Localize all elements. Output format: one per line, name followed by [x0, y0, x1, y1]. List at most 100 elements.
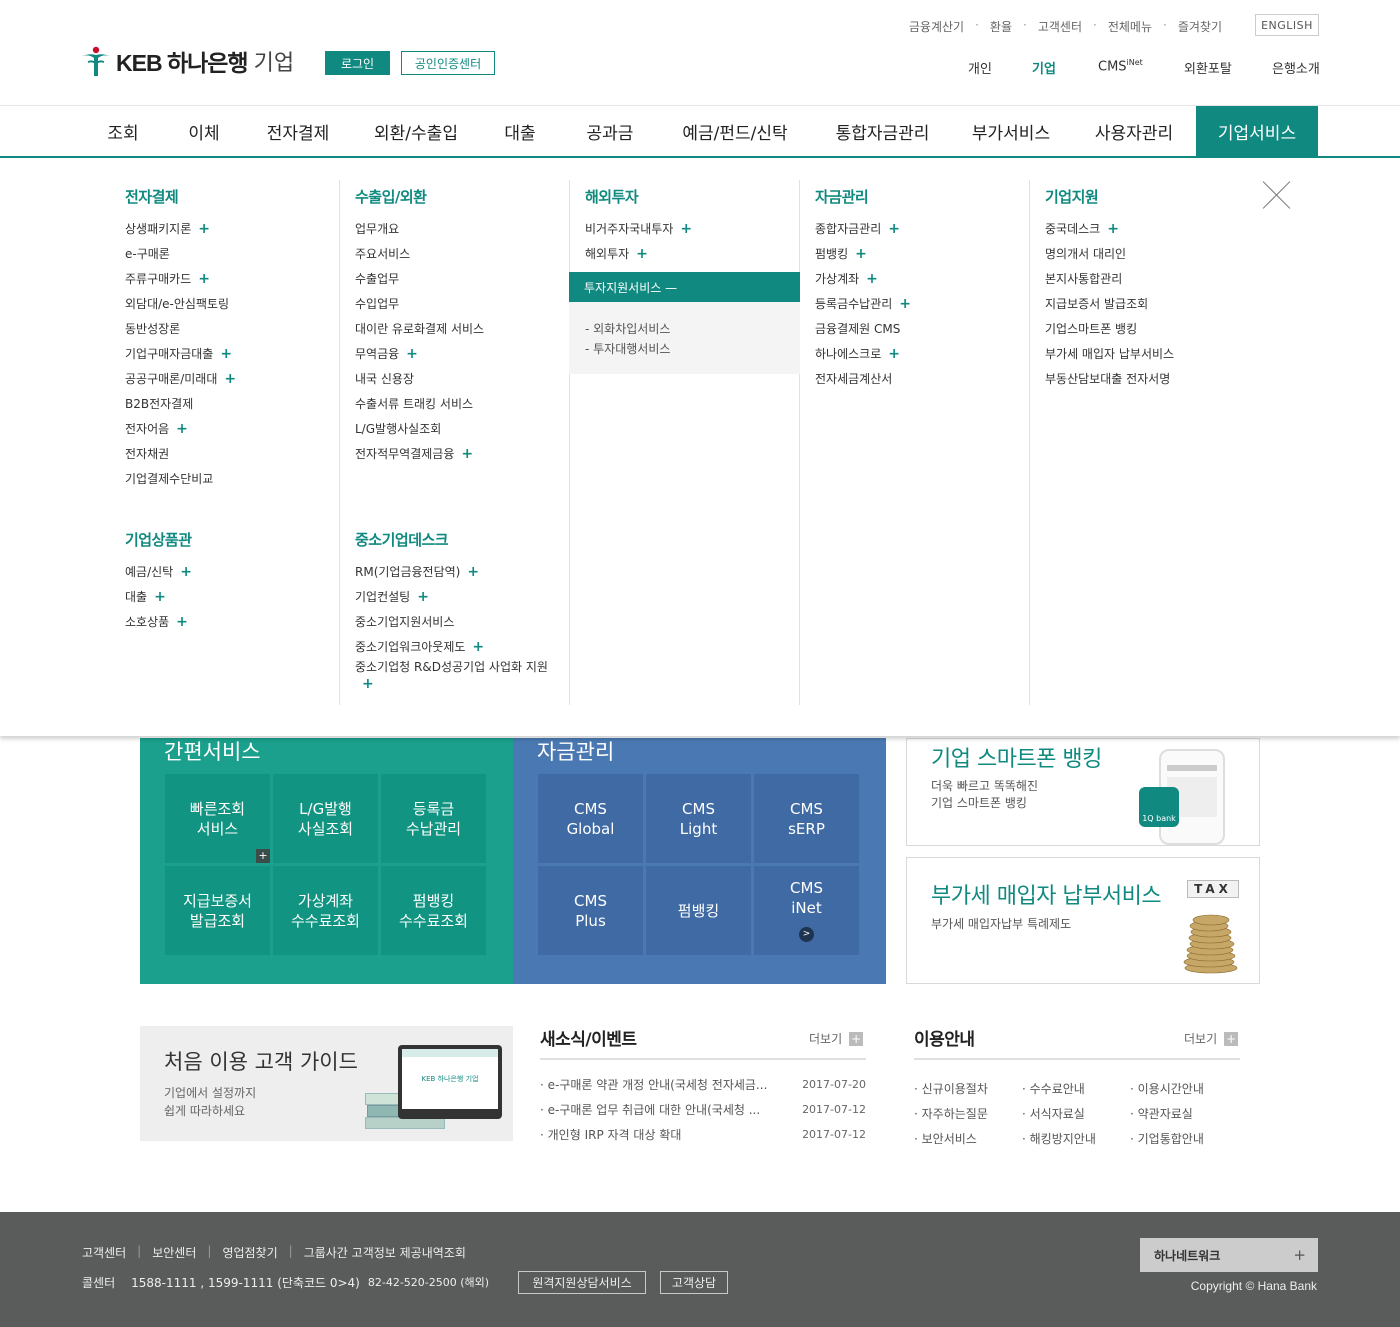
menu-item[interactable]: 전자적무역결제금융 +: [355, 441, 484, 466]
tile-quick-inquiry[interactable]: 빠른조회 서비스: [165, 774, 270, 863]
english-button[interactable]: ENGLISH: [1255, 14, 1319, 36]
plus-icon[interactable]: +: [461, 446, 473, 462]
customer-consult-button[interactable]: 고객상담: [660, 1271, 728, 1294]
menu-item[interactable]: 전자채권: [125, 441, 236, 466]
menu-item[interactable]: 내국 신용장: [355, 366, 484, 391]
menu-item[interactable]: 전자세금계산서: [815, 366, 911, 391]
logo[interactable]: KEB 하나은행 기업: [80, 44, 294, 78]
info-link[interactable]: · 해킹방지안내: [1022, 1130, 1096, 1147]
gnb-epayment[interactable]: 전자결제: [258, 106, 338, 156]
remote-support-button[interactable]: 원격지원상담서비스: [518, 1271, 646, 1294]
category-overseas-investment[interactable]: 해외투자: [585, 186, 639, 207]
menu-item[interactable]: 소호상품 +: [125, 609, 192, 634]
gnb-public-charge[interactable]: 공과금: [580, 106, 640, 156]
plus-icon[interactable]: +: [176, 614, 188, 630]
menu-item[interactable]: 무역금융 +: [355, 341, 484, 366]
plus-icon[interactable]: +: [899, 296, 911, 312]
category-corporate-support[interactable]: 기업지원: [1045, 186, 1099, 207]
menu-item[interactable]: 부동산담보대출 전자서명: [1045, 366, 1174, 391]
menu-item-active-investment-support[interactable]: 투자지원서비스 —: [569, 272, 800, 302]
category-trade[interactable]: 수출입/외환: [355, 186, 427, 207]
info-link[interactable]: · 기업통합안내: [1130, 1130, 1204, 1147]
info-more-button[interactable]: 더보기 +: [1184, 1030, 1239, 1047]
menu-item[interactable]: 중소기업청 R&D성공기업 사업화 지원 +: [355, 659, 555, 699]
menu-item[interactable]: 기업스마트폰 뱅킹: [1045, 316, 1174, 341]
banner-smartphone-banking[interactable]: 기업 스마트폰 뱅킹 더욱 빠르고 똑똑해진 기업 스마트폰 뱅킹 1Q ban…: [906, 738, 1260, 846]
menu-item[interactable]: 종합자금관리 +: [815, 216, 911, 241]
menu-item[interactable]: 기업구매자금대출 +: [125, 341, 236, 366]
menu-item[interactable]: 펌뱅킹 +: [815, 241, 911, 266]
plus-icon[interactable]: +: [1107, 221, 1119, 237]
banner-vat-payment[interactable]: 부가세 매입자 납부서비스 부가세 매입자납부 특례제도 TAX: [906, 857, 1260, 984]
util-customer-center[interactable]: 고객센터: [1027, 18, 1093, 35]
info-link[interactable]: · 수수료안내: [1022, 1080, 1085, 1097]
menu-item[interactable]: 대이란 유로화결제 서비스: [355, 316, 484, 341]
menu-item[interactable]: 금융결제원 CMS: [815, 316, 911, 341]
tile-virtual-account-fee[interactable]: 가상계좌 수수료조회: [273, 866, 378, 955]
footer-link-customer-center[interactable]: 고객센터: [82, 1244, 126, 1261]
menu-item[interactable]: B2B전자결제: [125, 391, 236, 416]
plus-icon[interactable]: +: [680, 221, 692, 237]
plus-icon[interactable]: +: [176, 421, 188, 437]
info-link[interactable]: · 자주하는질문: [914, 1105, 988, 1122]
menu-item[interactable]: 중국데스크 +: [1045, 216, 1174, 241]
hana-network-select[interactable]: 하나네트워크 +: [1140, 1238, 1318, 1272]
menu-item[interactable]: 업무개요: [355, 216, 484, 241]
plus-icon[interactable]: +: [866, 271, 878, 287]
info-link[interactable]: · 서식자료실: [1022, 1105, 1085, 1122]
menu-item[interactable]: 동반성장론: [125, 316, 236, 341]
menu-item[interactable]: 중소기업워크아웃제도 +: [355, 634, 555, 659]
gnb-transfer[interactable]: 이체: [176, 106, 232, 156]
info-link[interactable]: · 이용시간안내: [1130, 1080, 1204, 1097]
category-epayment[interactable]: 전자결제: [125, 186, 179, 207]
menu-item[interactable]: 대출 +: [125, 584, 192, 609]
util-calculator[interactable]: 금융계산기: [898, 18, 975, 35]
footer-link-branch-finder[interactable]: 영업점찾기: [222, 1244, 277, 1261]
tile-guarantee-inquiry[interactable]: 지급보증서 발급조회: [165, 866, 270, 955]
site-nav-corporate[interactable]: 기업: [1032, 58, 1056, 77]
gnb-loan[interactable]: 대출: [495, 106, 545, 156]
menu-item[interactable]: 본지사통합관리: [1045, 266, 1174, 291]
menu-item[interactable]: 수출서류 트래킹 서비스: [355, 391, 484, 416]
menu-item[interactable]: 수입업무: [355, 291, 484, 316]
category-fund-management[interactable]: 자금관리: [815, 186, 869, 207]
menu-item[interactable]: 주류구매카드 +: [125, 266, 236, 291]
plus-icon[interactable]: +: [636, 246, 648, 262]
info-link[interactable]: · 보안서비스: [914, 1130, 977, 1147]
footer-link-info-disclosure[interactable]: 그룹사간 고객정보 제공내역조회: [304, 1244, 466, 1261]
tile-lg-inquiry[interactable]: L/G발행 사실조회: [273, 774, 378, 863]
plus-icon[interactable]: +: [888, 346, 900, 362]
menu-item[interactable]: 부가세 매입자 납부서비스: [1045, 341, 1174, 366]
tile-cms-inet[interactable]: CMS iNet >: [754, 866, 859, 955]
menu-item[interactable]: 공공구매론/미래대 +: [125, 366, 236, 391]
submenu-item[interactable]: - 외화차입서비스: [569, 318, 800, 338]
util-favorites[interactable]: 즐겨찾기: [1167, 18, 1233, 35]
news-item[interactable]: · e-구매론 약관 개정 안내(국세청 전자세금... 2017-07-20: [540, 1074, 866, 1094]
certificate-center-button[interactable]: 공인인증센터: [401, 51, 495, 75]
plus-icon[interactable]: +: [417, 589, 429, 605]
first-user-guide-banner[interactable]: 처음 이용 고객 가이드 기업에서 설정까지 쉽게 따라하세요 KEB 하나은행…: [140, 1026, 513, 1141]
gnb-deposit-fund[interactable]: 예금/펀드/신탁: [670, 106, 800, 156]
info-link[interactable]: · 약관자료실: [1130, 1105, 1193, 1122]
menu-item[interactable]: 등록금수납관리 +: [815, 291, 911, 316]
menu-item[interactable]: 기업결제수단비교: [125, 466, 236, 491]
menu-item[interactable]: 지급보증서 발급조회: [1045, 291, 1174, 316]
category-products[interactable]: 기업상품관: [125, 529, 192, 550]
plus-icon[interactable]: +: [198, 221, 210, 237]
plus-icon[interactable]: +: [406, 346, 418, 362]
menu-item[interactable]: 상생패키지론 +: [125, 216, 236, 241]
close-icon[interactable]: [1262, 180, 1292, 210]
menu-item[interactable]: 가상계좌 +: [815, 266, 911, 291]
menu-item[interactable]: 명의개서 대리인: [1045, 241, 1174, 266]
news-item[interactable]: · 개인형 IRP 자격 대상 확대 2017-07-12: [540, 1124, 866, 1144]
menu-item[interactable]: RM(기업금융전담역) +: [355, 559, 555, 584]
menu-item[interactable]: L/G발행사실조회: [355, 416, 484, 441]
site-nav-personal[interactable]: 개인: [968, 58, 992, 77]
tile-cms-light[interactable]: CMS Light: [646, 774, 751, 863]
plus-icon[interactable]: +: [198, 271, 210, 287]
login-button[interactable]: 로그인: [325, 51, 390, 75]
gnb-additional-service[interactable]: 부가서비스: [965, 106, 1057, 156]
menu-item[interactable]: 해외투자 +: [585, 241, 692, 266]
menu-item[interactable]: 주요서비스: [355, 241, 484, 266]
menu-item[interactable]: 비거주자국내투자 +: [585, 216, 692, 241]
